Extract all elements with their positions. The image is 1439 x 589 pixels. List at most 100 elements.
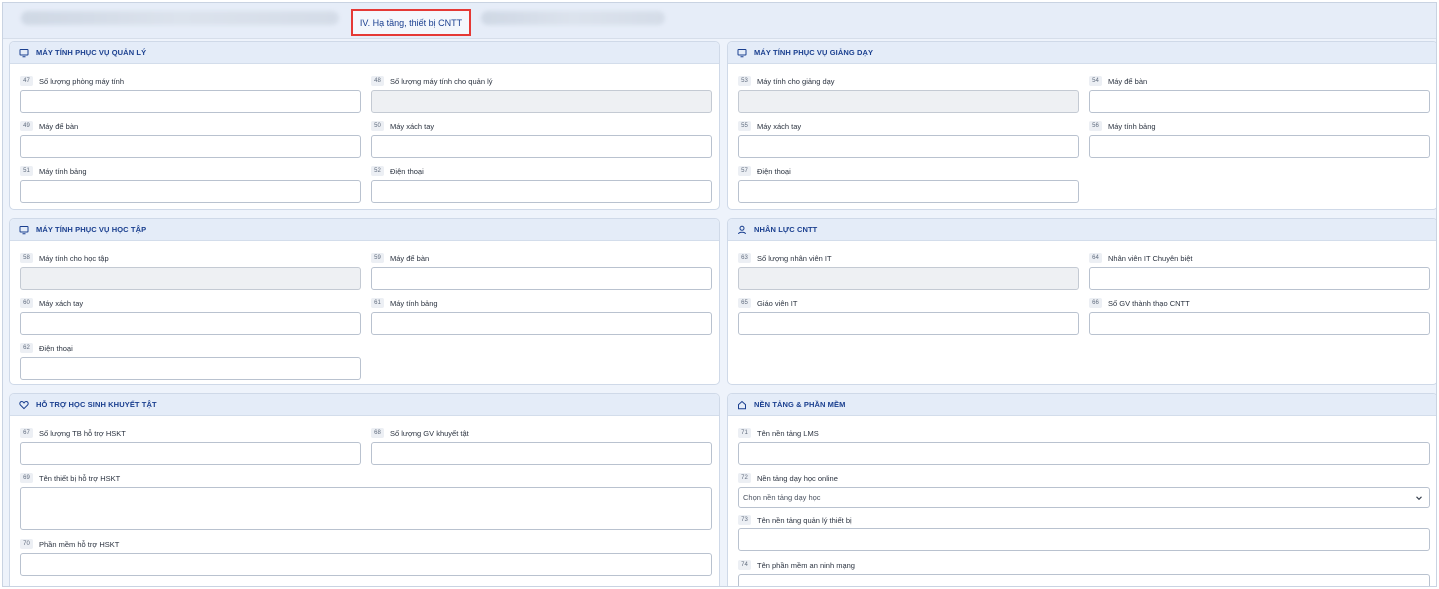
field-label: 54 Máy để bàn: [1089, 76, 1147, 86]
panel-ho-tro-hoc-sinh-khuyet-tat: HỖ TRỢ HỌC SINH KHUYẾT TẬT 67 Số lượng TB…: [9, 393, 720, 586]
field-number: 60: [20, 298, 33, 308]
field-label: 55 Máy xách tay: [738, 121, 801, 131]
field-number: 67: [20, 428, 33, 438]
input-ten-nen-tang-quan-ly-thiet-bi[interactable]: [738, 528, 1430, 551]
monitor-icon: [18, 224, 30, 236]
field-number: 73: [738, 515, 751, 525]
heart-icon: [18, 399, 30, 411]
panel-may-tinh-quan-ly: MÁY TÍNH PHỤC VỤ QUẢN LÝ 47 Số lượng phòn…: [9, 41, 720, 210]
panel-nen-tang-phan-mem: NỀN TẢNG & PHẦN MỀM 71 Tên nền tảng LMS 7…: [727, 393, 1436, 586]
input-so-luong-gv-khuyet-tat[interactable]: [371, 442, 712, 465]
input-may-de-ban[interactable]: [1089, 90, 1430, 113]
input-so-gv-thanh-thao-cntt[interactable]: [1089, 312, 1430, 335]
field-number: 64: [1089, 253, 1102, 263]
field-number: 74: [738, 560, 751, 570]
input-may-xach-tay[interactable]: [738, 135, 1079, 158]
input-may-xach-tay[interactable]: [20, 312, 361, 335]
monitor-icon: [18, 47, 30, 59]
field-number: 53: [738, 76, 751, 86]
field-label-text: Số GV thành thạo CNTT: [1108, 298, 1190, 308]
field-label-text: Số lượng GV khuyết tật: [390, 428, 469, 438]
field-label: 56 Máy tính bảng: [1089, 121, 1156, 131]
field-label-text: Máy xách tay: [390, 121, 435, 131]
field-label-text: Tên nền tảng LMS: [757, 428, 819, 438]
panel-title: MÁY TÍNH PHỤC VỤ GIẢNG DẠY: [754, 48, 874, 57]
field-label-text: Điện thoại: [757, 166, 791, 176]
field-label-text: Máy xách tay: [39, 298, 84, 308]
field-label: 51 Máy tính bảng: [20, 166, 87, 176]
field-label: 68 Số lượng GV khuyết tật: [371, 428, 469, 438]
field-label-text: Số lượng phòng máy tính: [39, 76, 124, 86]
field-label: 65 Giáo viên IT: [738, 298, 797, 308]
input-dien-thoai[interactable]: [738, 180, 1079, 203]
tab-blurred-1[interactable]: [21, 11, 339, 25]
panel-title: NHÂN LỰC CNTT: [754, 225, 818, 234]
textarea-ten-thiet-bi-ho-tro-hskt[interactable]: [20, 487, 712, 530]
field-label-text: Máy tính bảng: [1108, 121, 1156, 131]
select-placeholder: Chọn nền tảng dạy học: [743, 493, 821, 502]
field-label-text: Tên thiết bị hỗ trợ HSKT: [39, 473, 121, 483]
panel-header: MÁY TÍNH PHỤC VỤ HỌC TẬP: [10, 219, 719, 241]
field-label-text: Điện thoại: [390, 166, 424, 176]
field-number: 71: [738, 428, 751, 438]
select-nen-tang-day-hoc-online[interactable]: Chọn nền tảng dạy học: [738, 487, 1430, 508]
input-may-de-ban[interactable]: [371, 267, 712, 290]
field-label-text: Điện thoại: [39, 343, 73, 353]
field-number: 54: [1089, 76, 1102, 86]
input-nhan-vien-it-chuyen-biet[interactable]: [1089, 267, 1430, 290]
field-number: 69: [20, 473, 33, 483]
field-number: 59: [371, 253, 384, 263]
input-may-xach-tay[interactable]: [371, 135, 712, 158]
panel-title: MÁY TÍNH PHỤC VỤ HỌC TẬP: [36, 225, 147, 234]
input-dien-thoai[interactable]: [371, 180, 712, 203]
input-may-tinh-bang[interactable]: [20, 180, 361, 203]
field-number: 52: [371, 166, 384, 176]
panel-header: NỀN TẢNG & PHẦN MỀM: [728, 394, 1436, 416]
field-label: 47 Số lượng phòng máy tính: [20, 76, 124, 86]
field-label-text: Phần mềm hỗ trợ HSKT: [39, 539, 120, 549]
field-label-text: Máy để bàn: [1108, 76, 1148, 86]
input-may-tinh-bang[interactable]: [371, 312, 712, 335]
field-label-text: Máy tính bảng: [39, 166, 87, 176]
field-label: 57 Điện thoại: [738, 166, 791, 176]
field-label-text: Giáo viên IT: [757, 298, 798, 308]
input-so-luong-tb-ho-tro-hskt[interactable]: [20, 442, 361, 465]
panel-may-tinh-giang-day: MÁY TÍNH PHỤC VỤ GIẢNG DẠY 53 Máy tính ch…: [727, 41, 1436, 210]
field-label: 62 Điện thoại: [20, 343, 73, 353]
input-so-luong-nhan-vien-it: [738, 267, 1079, 290]
tab-bar: IV. Hạ tầng, thiết bị CNTT: [3, 3, 1436, 39]
field-label-text: Máy tính bảng: [390, 298, 438, 308]
panel-header: MÁY TÍNH PHỤC VỤ QUẢN LÝ: [10, 42, 719, 64]
field-label: 50 Máy xách tay: [371, 121, 434, 131]
input-may-de-ban[interactable]: [20, 135, 361, 158]
field-label-text: Tên phần mềm an ninh mạng: [757, 560, 855, 570]
field-number: 68: [371, 428, 384, 438]
field-label-text: Số lượng nhân viên IT: [757, 253, 832, 263]
field-label-text: Số lượng máy tính cho quản lý: [390, 76, 493, 86]
input-ten-phan-mem-an-ninh-mang[interactable]: [738, 574, 1430, 586]
app-frame: IV. Hạ tầng, thiết bị CNTT MÁY TÍNH PHỤC…: [2, 2, 1437, 587]
chevron-down-icon: [1414, 493, 1424, 503]
input-so-luong-may-tinh-quan-ly: [371, 90, 712, 113]
input-giao-vien-it[interactable]: [738, 312, 1079, 335]
field-label: 58 Máy tính cho học tập: [20, 253, 109, 263]
field-label-text: Máy tính cho học tập: [39, 253, 109, 263]
panel-title: MÁY TÍNH PHỤC VỤ QUẢN LÝ: [36, 48, 147, 57]
input-may-tinh-bang[interactable]: [1089, 135, 1430, 158]
user-icon: [736, 224, 748, 236]
field-label-text: Nền tảng dạy học online: [757, 473, 838, 483]
input-phan-mem-ho-tro-hskt[interactable]: [20, 553, 712, 576]
field-number: 51: [20, 166, 33, 176]
field-number: 47: [20, 76, 33, 86]
field-number: 57: [738, 166, 751, 176]
field-label: 63 Số lượng nhân viên IT: [738, 253, 832, 263]
input-ten-nen-tang-lms[interactable]: [738, 442, 1430, 465]
input-so-luong-phong-may-tinh[interactable]: [20, 90, 361, 113]
field-label: 59 Máy để bàn: [371, 253, 429, 263]
field-label: 52 Điện thoại: [371, 166, 424, 176]
panel-may-tinh-hoc-tap: MÁY TÍNH PHỤC VỤ HỌC TẬP 58 Máy tính cho …: [9, 218, 720, 385]
tab-ha-tang-thiet-bi-cntt[interactable]: IV. Hạ tầng, thiết bị CNTT: [351, 9, 471, 36]
input-dien-thoai[interactable]: [20, 357, 361, 380]
field-label-text: Máy xách tay: [757, 121, 802, 131]
tab-blurred-2[interactable]: [481, 11, 665, 25]
